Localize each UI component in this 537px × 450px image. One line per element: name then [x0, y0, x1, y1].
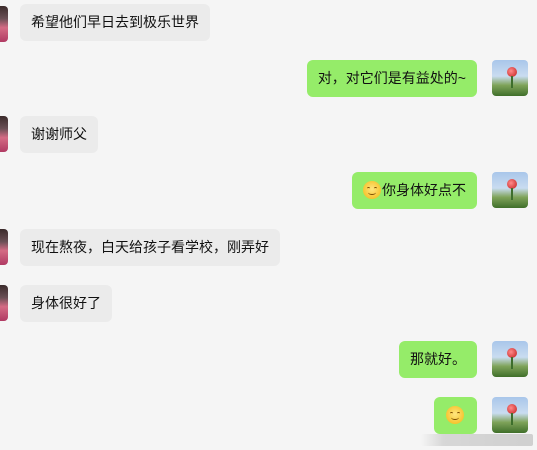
message-bubble-outgoing[interactable]: 你身体好点不 — [352, 172, 477, 209]
message-text: 对，对它们是有益处的~ — [317, 70, 466, 86]
message-bubble-incoming[interactable]: 身体很好了 — [20, 285, 112, 322]
my-avatar[interactable] — [492, 397, 528, 433]
smile-emoji-icon — [363, 181, 381, 199]
message-text: 你身体好点不 — [382, 182, 466, 198]
message-text: 那就好。 — [410, 351, 466, 367]
message-bubble-outgoing[interactable]: 对，对它们是有益处的~ — [306, 60, 477, 97]
contact-avatar[interactable] — [0, 285, 8, 321]
message-bubble-outgoing[interactable]: 那就好。 — [399, 341, 477, 378]
my-avatar[interactable] — [492, 60, 528, 96]
my-avatar[interactable] — [492, 341, 528, 377]
my-avatar[interactable] — [492, 172, 528, 208]
watermark — [421, 434, 533, 446]
message-bubble-incoming[interactable]: 希望他们早日去到极乐世界 — [20, 4, 210, 41]
message-text: 希望他们早日去到极乐世界 — [31, 14, 199, 30]
contact-avatar[interactable] — [0, 229, 8, 265]
contact-avatar[interactable] — [0, 6, 8, 42]
message-bubble-incoming[interactable]: 谢谢师父 — [20, 116, 98, 153]
message-text: 谢谢师父 — [31, 126, 87, 142]
contact-avatar[interactable] — [0, 116, 8, 152]
message-bubble-incoming[interactable]: 现在熬夜，白天给孩子看学校，刚弄好 — [20, 229, 280, 266]
chat-window: 希望他们早日去到极乐世界 对，对它们是有益处的~ 谢谢师父 你身体好点不 现在熬… — [0, 0, 537, 450]
message-text: 身体很好了 — [31, 295, 101, 311]
message-bubble-outgoing[interactable] — [434, 397, 477, 434]
message-text: 现在熬夜，白天给孩子看学校，刚弄好 — [31, 239, 269, 255]
smile-emoji-icon — [446, 406, 464, 424]
